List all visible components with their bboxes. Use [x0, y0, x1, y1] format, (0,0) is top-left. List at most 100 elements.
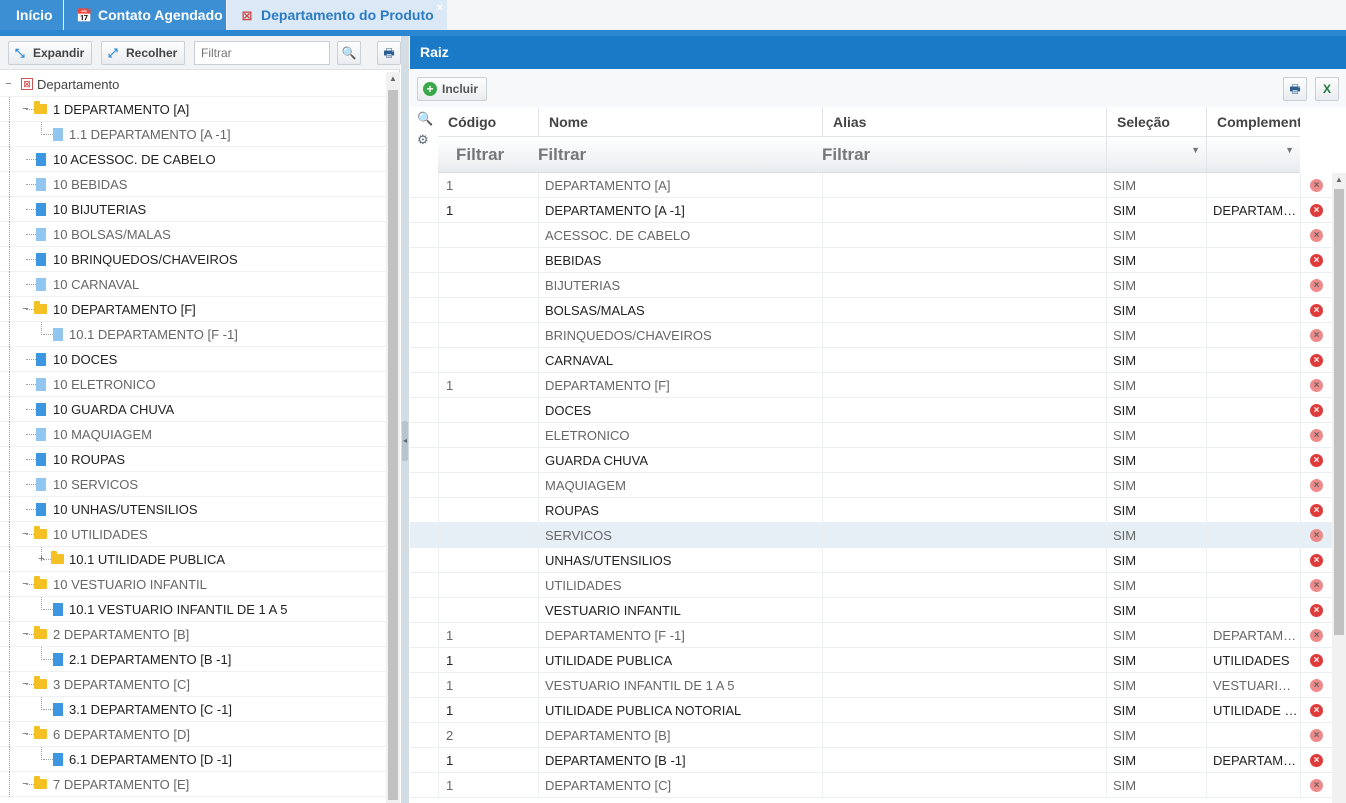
column-header-alias[interactable]: Alias [822, 107, 1106, 137]
tree-item[interactable]: 10 ACESSOC. DE CABELO [0, 147, 386, 172]
tree-item[interactable]: 10 BIJUTERIAS [0, 197, 386, 222]
expand-button[interactable]: ⤡ Expandir [8, 41, 92, 65]
tree-item[interactable]: 10 MAQUIAGEM [0, 422, 386, 447]
tree-item[interactable]: 10 ROUPAS [0, 447, 386, 472]
table-row[interactable]: CARNAVAL SIM × [410, 348, 1332, 373]
column-header-nome[interactable]: Nome [538, 107, 822, 137]
table-row[interactable]: BOLSAS/MALAS SIM × [410, 298, 1332, 323]
scroll-up-icon[interactable]: ▲ [389, 74, 397, 83]
grid-scrollbar-thumb[interactable] [1334, 189, 1344, 635]
grid-scrollbar[interactable]: ▲ [1332, 173, 1346, 803]
column-header-codigo[interactable]: Código [438, 107, 538, 137]
table-row[interactable]: BEBIDAS SIM × [410, 248, 1332, 273]
tree-filter-input[interactable] [194, 41, 330, 65]
tree-item[interactable]: 10.1 DEPARTAMENTO [F -1] [0, 322, 386, 347]
tree-item[interactable]: 10 BRINQUEDOS/CHAVEIROS [0, 247, 386, 272]
collapse-toggle-icon[interactable]: − [21, 779, 30, 790]
collapse-toggle-icon[interactable]: − [21, 679, 30, 690]
filter-selecao-dropdown[interactable]: ▼ [1106, 137, 1206, 173]
tree-item[interactable]: − 1 DEPARTAMENTO [A] [0, 97, 386, 122]
table-row[interactable]: 1 VESTUARIO INFANTIL DE 1 A 5 SIM VESTUARIO… [410, 673, 1332, 698]
tree-item[interactable]: − 7 DEPARTAMENTO [E] [0, 772, 386, 797]
delete-icon[interactable]: × [1310, 354, 1323, 367]
delete-icon[interactable]: × [1310, 604, 1323, 617]
tree-item[interactable]: 10 UNHAS/UTENSILIOS [0, 497, 386, 522]
tree-item[interactable]: 10 BEBIDAS [0, 172, 386, 197]
tree-item[interactable]: − 10 DEPARTAMENTO [F] [0, 297, 386, 322]
delete-icon[interactable]: × [1310, 554, 1323, 567]
table-row[interactable]: UTILIDADES SIM × [410, 573, 1332, 598]
delete-icon[interactable]: × [1310, 179, 1323, 192]
delete-icon[interactable]: × [1310, 729, 1323, 742]
delete-icon[interactable]: × [1310, 329, 1323, 342]
delete-icon[interactable]: × [1310, 254, 1323, 267]
delete-icon[interactable]: × [1310, 304, 1323, 317]
gear-icon[interactable]: ⚙ [417, 132, 429, 148]
column-header-selecao[interactable]: Seleção [1106, 107, 1206, 137]
table-row[interactable]: BRINQUEDOS/CHAVEIROS SIM × [410, 323, 1332, 348]
table-row[interactable]: 1 DEPARTAMENTO [F] SIM × [410, 373, 1332, 398]
collapse-toggle-icon[interactable]: − [21, 529, 30, 540]
table-row[interactable]: 1 UTILIDADE PUBLICA SIM UTILIDADES × [410, 648, 1332, 673]
tree-item[interactable]: − 2 DEPARTAMENTO [B] [0, 622, 386, 647]
close-icon[interactable]: × [437, 0, 443, 23]
grid-print-button[interactable]: 🖶 [1283, 77, 1307, 101]
table-row[interactable]: ACESSOC. DE CABELO SIM × [410, 223, 1332, 248]
delete-icon[interactable]: × [1310, 679, 1323, 692]
delete-icon[interactable]: × [1310, 229, 1323, 242]
collapse-toggle-icon[interactable]: − [21, 579, 30, 590]
tree-print-button[interactable]: 🖶 [377, 41, 401, 65]
tree-scrollbar[interactable]: ▲ [386, 72, 400, 803]
tree-scrollbar-thumb[interactable] [388, 90, 398, 800]
collapse-button[interactable]: ⤢ Recolher [101, 41, 185, 65]
filter-complemento-dropdown[interactable]: ▼ [1206, 137, 1300, 173]
table-row[interactable]: DOCES SIM × [410, 398, 1332, 423]
delete-icon[interactable]: × [1310, 504, 1323, 517]
table-row[interactable]: 1 DEPARTAMENTO [C] SIM × [410, 773, 1332, 798]
tree-search-button[interactable]: 🔍 [337, 41, 361, 65]
table-row[interactable]: BIJUTERIAS SIM × [410, 273, 1332, 298]
tree-item[interactable]: − 10 UTILIDADES [0, 522, 386, 547]
tree-item[interactable]: 6.1 DEPARTAMENTO [D -1] [0, 747, 386, 772]
tab-inicio[interactable]: Início [0, 0, 63, 30]
collapse-toggle-icon[interactable]: − [21, 629, 30, 640]
delete-icon[interactable]: × [1310, 779, 1323, 792]
table-row[interactable]: 1DEPARTAMENTO [B -1] SIMDEPARTAMENTO × [410, 748, 1332, 773]
table-row[interactable]: ELETRONICO SIM × [410, 423, 1332, 448]
delete-icon[interactable]: × [1310, 529, 1323, 542]
splitter-collapse-icon[interactable]: ◂ [402, 421, 408, 461]
table-row[interactable]: 1DEPARTAMENTO [F -1] SIMDEPARTAMENTO × [410, 623, 1332, 648]
table-row[interactable]: 1 DEPARTAMENTO [A] SIM × [410, 173, 1332, 198]
delete-icon[interactable]: × [1310, 754, 1323, 767]
export-excel-button[interactable]: X [1315, 77, 1339, 101]
tab-departamento-produto[interactable]: ⊠ Departamento do Produto × [227, 0, 447, 30]
tree-item[interactable]: 10 SERVICOS [0, 472, 386, 497]
tree-item[interactable]: − 6 DEPARTAMENTO [D] [0, 722, 386, 747]
table-row[interactable]: MAQUIAGEM SIM × [410, 473, 1332, 498]
delete-icon[interactable]: × [1310, 379, 1323, 392]
table-row[interactable]: 1 UTILIDADE PUBLICA NOTORIAL SIM UTILIDADE … [410, 698, 1332, 723]
delete-icon[interactable]: × [1310, 479, 1323, 492]
tree-item[interactable]: 3.1 DEPARTAMENTO [C -1] [0, 697, 386, 722]
delete-icon[interactable]: × [1310, 454, 1323, 467]
panel-splitter[interactable]: ◂ [401, 36, 409, 803]
collapse-toggle-icon[interactable]: − [21, 304, 30, 315]
tab-contato-agendado[interactable]: 📅 Contato Agendado [64, 0, 226, 30]
delete-icon[interactable]: × [1310, 579, 1323, 592]
tree-item[interactable]: − 10 VESTUARIO INFANTIL [0, 572, 386, 597]
delete-icon[interactable]: × [1310, 654, 1323, 667]
tree-item[interactable]: 10.1 VESTUARIO INFANTIL DE 1 A 5 [0, 597, 386, 622]
table-row[interactable]: GUARDA CHUVA SIM × [410, 448, 1332, 473]
tree-item[interactable]: 10 GUARDA CHUVA [0, 397, 386, 422]
search-icon[interactable]: 🔍 [417, 111, 433, 127]
delete-icon[interactable]: × [1310, 404, 1323, 417]
filter-nome[interactable]: Filtrar [520, 137, 804, 173]
add-button[interactable]: + Incluir [417, 77, 488, 101]
scroll-up-icon[interactable]: ▲ [1335, 175, 1343, 184]
tree-item[interactable]: 10 BOLSAS/MALAS [0, 222, 386, 247]
tree-item[interactable]: +10.1 UTILIDADE PUBLICA [0, 547, 386, 572]
delete-icon[interactable]: × [1310, 704, 1323, 717]
delete-icon[interactable]: × [1310, 204, 1323, 217]
table-row[interactable]: 2 DEPARTAMENTO [B] SIM × [410, 723, 1332, 748]
tree-item[interactable]: 1.1 DEPARTAMENTO [A -1] [0, 122, 386, 147]
